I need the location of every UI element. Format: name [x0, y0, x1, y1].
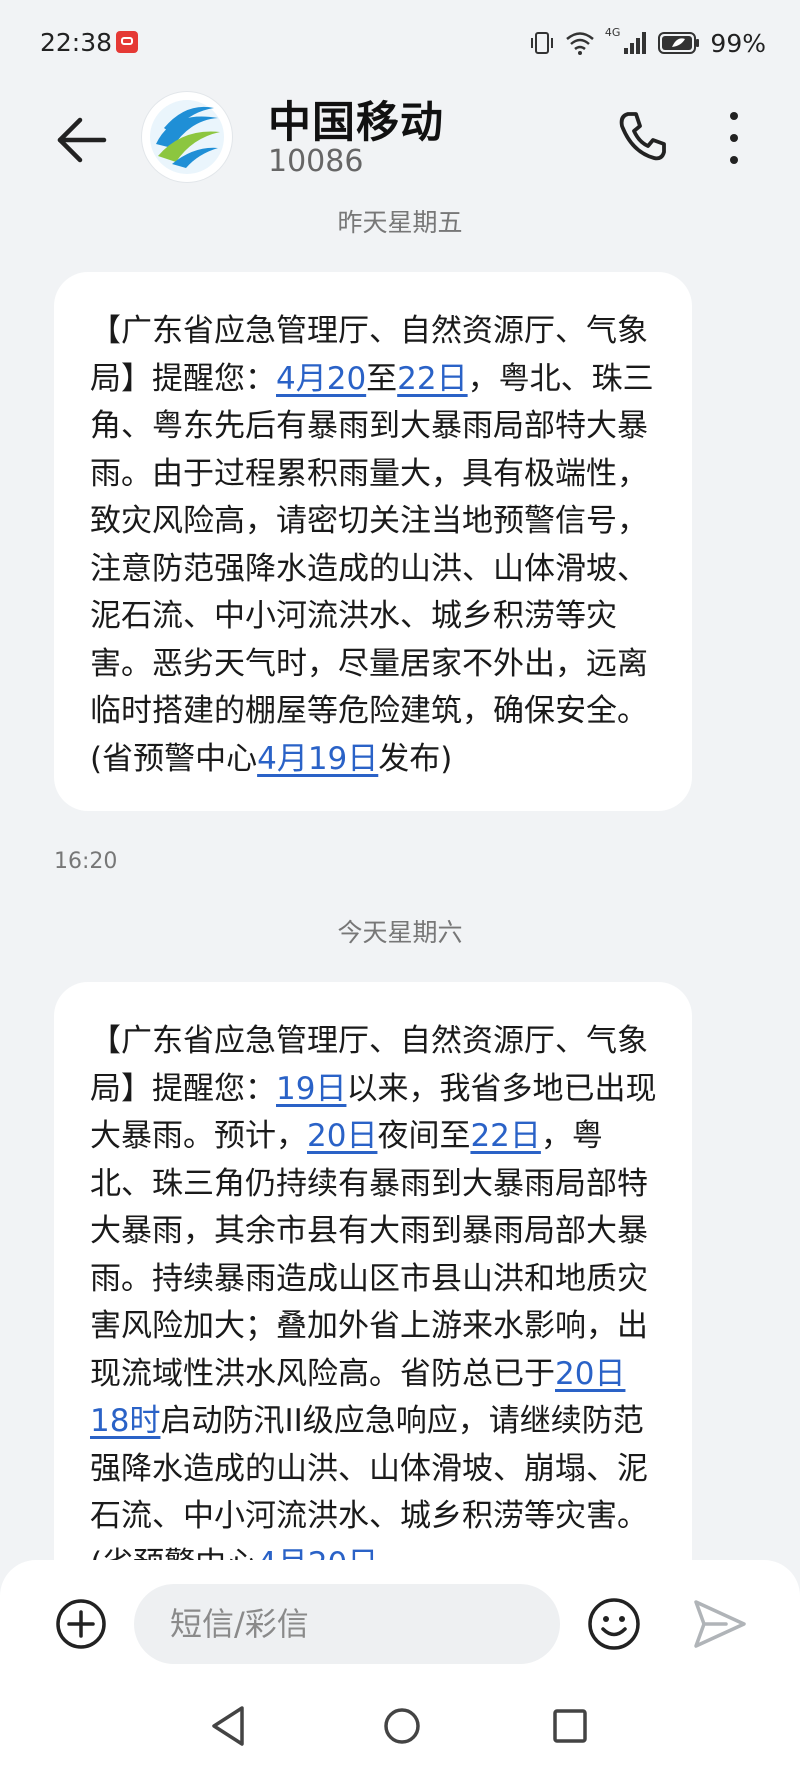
send-icon [694, 1600, 746, 1648]
date-link[interactable]: 4月20 [276, 361, 366, 397]
message-bubble[interactable]: 【广东省应急管理厅、自然资源厅、气象局】提醒您：4月20至22日，粤北、珠三角、… [54, 272, 692, 811]
date-link[interactable]: 4月19日 [257, 741, 378, 777]
message-text: 【广东省应急管理厅、自然资源厅、气象局】提醒您：4月20至22日，粤北、珠三角、… [90, 308, 660, 783]
message-text-segment: 夜间至 [377, 1118, 471, 1154]
call-button[interactable] [612, 106, 672, 166]
back-arrow-icon [57, 117, 107, 163]
contact-avatar[interactable] [142, 92, 232, 182]
message-text-segment: ，粤北、珠三角仍持续有暴雨到大暴雨局部特大暴雨，其余市县有大雨到暴雨局部大暴雨。… [90, 1118, 648, 1392]
message-text-segment: 发布) [378, 740, 453, 777]
emoji-button[interactable] [586, 1596, 642, 1652]
message-time: 16:20 [54, 849, 118, 874]
message-input[interactable] [134, 1584, 560, 1664]
conversation-header: 中国移动 10086 [0, 88, 800, 200]
nav-recent-button[interactable] [552, 1708, 588, 1744]
message-text: 【广东省应急管理厅、自然资源厅、气象局】提醒您：19日以来，我省多地已出现大暴雨… [90, 1018, 660, 1588]
vibrate-icon [529, 30, 555, 56]
date-link[interactable]: 20日 [307, 1118, 377, 1154]
app-notification-icon [116, 31, 138, 53]
message-text-segment: 至 [366, 360, 398, 397]
send-button[interactable] [692, 1598, 748, 1650]
add-attachment-button[interactable] [54, 1597, 108, 1651]
date-separator: 今天星期六 [337, 918, 463, 947]
status-bar: 22:38 4G 99% [0, 0, 800, 88]
battery-icon [658, 31, 700, 55]
network-type-label: 4G [604, 26, 621, 39]
date-link[interactable]: 22日 [470, 1118, 540, 1154]
date-link[interactable]: 19日 [276, 1071, 346, 1107]
back-button[interactable] [52, 110, 112, 170]
more-options-button[interactable] [714, 106, 754, 170]
contact-name: 中国移动 [268, 98, 444, 148]
nav-home-button[interactable] [382, 1706, 422, 1746]
nav-home-icon [384, 1708, 420, 1744]
date-separator: 昨天星期五 [337, 208, 463, 237]
signal-icon [622, 30, 648, 56]
contact-number: 10086 [268, 144, 364, 179]
status-icons: 4G 99% [529, 26, 766, 60]
china-mobile-logo [150, 100, 224, 174]
more-vertical-icon [730, 112, 738, 164]
wifi-icon [565, 30, 595, 56]
add-icon [56, 1599, 106, 1649]
battery-percent: 99% [710, 28, 766, 58]
nav-back-button[interactable] [208, 1704, 248, 1748]
nav-recent-icon [553, 1709, 587, 1743]
date-link[interactable]: 22日 [397, 361, 467, 397]
nav-back-icon [212, 1706, 244, 1746]
emoji-icon [588, 1598, 640, 1650]
message-bubble[interactable]: 【广东省应急管理厅、自然资源厅、气象局】提醒您：19日以来，我省多地已出现大暴雨… [54, 982, 692, 1602]
phone-icon [619, 112, 666, 161]
message-text-segment: ，粤北、珠三角、粤东先后有暴雨到大暴雨局部特大暴雨。由于过程累积雨量大，具有极端… [90, 360, 654, 777]
status-time: 22:38 [40, 28, 113, 57]
